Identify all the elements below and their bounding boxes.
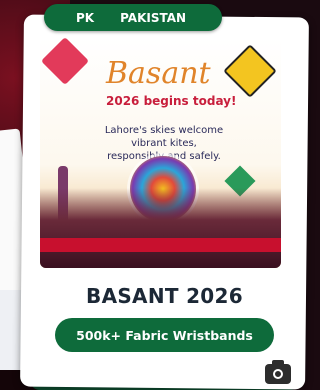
- camera-icon[interactable]: [265, 360, 291, 384]
- kite-graphic: [223, 44, 277, 98]
- poster-title: Basant: [106, 56, 211, 91]
- wristband-count-button[interactable]: 500k+ Fabric Wristbands: [55, 318, 274, 352]
- country-code: PK: [76, 10, 95, 25]
- poster-subtitle: 2026 begins today!: [106, 94, 237, 108]
- poster-footer-bar: [40, 238, 281, 252]
- event-title: BASANT 2026: [86, 284, 243, 308]
- camera-lens: [273, 369, 283, 379]
- event-poster-image[interactable]: Basant 2026 begins today! Lahore's skies…: [40, 38, 281, 268]
- kite-graphic: [40, 38, 90, 86]
- country-badge: PK PAKISTAN: [44, 4, 222, 31]
- city-skyline: [40, 188, 281, 268]
- country-name: PAKISTAN: [120, 10, 187, 25]
